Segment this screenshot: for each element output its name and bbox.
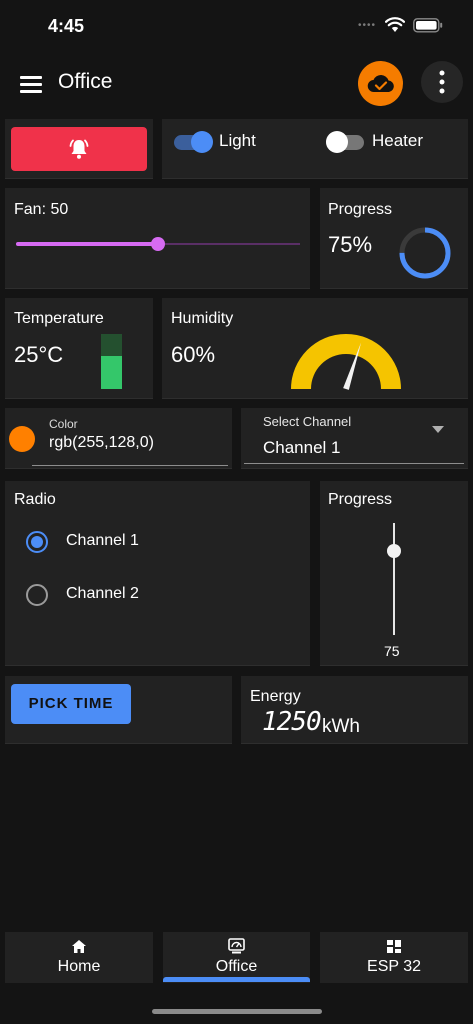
vertical-progress-value: 75: [384, 643, 400, 659]
radio-title: Radio: [14, 491, 56, 508]
channel-select-label: Select Channel: [263, 414, 352, 429]
channel-select-underline: [244, 463, 464, 464]
fan-slider-fill: [16, 242, 158, 246]
pick-time-button[interactable]: PICK TIME: [11, 684, 131, 724]
nav-active-indicator: [163, 977, 310, 982]
nav-tab-esp32[interactable]: ESP 32: [320, 932, 468, 983]
temperature-label: Temperature: [14, 310, 104, 327]
temperature-bar-fill: [101, 356, 122, 389]
menu-icon[interactable]: [20, 76, 42, 93]
vertical-slider-thumb[interactable]: [387, 544, 401, 558]
light-switch-label: Light: [219, 131, 256, 150]
radio-button: [26, 584, 48, 606]
nav-tab-home[interactable]: Home: [5, 932, 153, 983]
progress-ring-value: 75%: [328, 232, 373, 257]
temperature-bar: [101, 334, 122, 389]
dashboard-icon: [228, 938, 245, 954]
color-swatch[interactable]: [9, 426, 35, 452]
light-switch[interactable]: Light: [174, 131, 284, 155]
vertical-slider-track: [393, 523, 395, 635]
fan-slider-thumb[interactable]: [151, 237, 165, 251]
humidity-value: 60%: [171, 342, 216, 367]
radio-dot: [31, 536, 43, 548]
humidity-gauge: [291, 334, 401, 390]
light-switch-track: [174, 131, 213, 153]
progress-ring: [399, 227, 451, 279]
channel-select[interactable]: Select Channel Channel 1: [244, 408, 466, 466]
heater-switch-thumb: [326, 131, 348, 153]
nav-tab-office[interactable]: Office: [163, 932, 310, 983]
wifi-icon: [385, 17, 405, 32]
energy-unit: kWh: [322, 716, 360, 737]
battery-icon: [413, 18, 443, 33]
fan-slider[interactable]: [16, 236, 300, 252]
progress-ring-label: Progress: [328, 201, 393, 218]
nav-tab-label: Office: [215, 958, 258, 975]
signal-dots: ••••: [358, 20, 377, 31]
status-time: 4:45: [48, 16, 85, 36]
heater-switch-label: Heater: [372, 131, 424, 150]
fan-label: Fan: 50: [14, 201, 69, 218]
chevron-down-icon: [432, 426, 444, 433]
radio-option-label: Channel 2: [66, 585, 139, 602]
nav-tab-label: ESP 32: [367, 958, 421, 975]
more-options-button[interactable]: [421, 61, 463, 103]
bell-ring-icon: [69, 139, 89, 159]
color-field-label: Color: [49, 417, 78, 431]
color-field[interactable]: rgb(255,128,0): [49, 434, 154, 452]
page-title: Office: [58, 70, 113, 93]
energy-value: 1250: [262, 707, 322, 737]
energy-label: Energy: [250, 688, 301, 705]
more-vertical-icon: [439, 70, 445, 94]
color-field-underline: [32, 465, 228, 466]
vertical-progress-label: Progress: [328, 491, 393, 508]
grid-icon: [387, 940, 401, 953]
alarm-button[interactable]: [11, 127, 147, 171]
cloud-sync-button[interactable]: [358, 61, 403, 106]
radio-option-channel-2[interactable]: Channel 2: [26, 583, 226, 609]
heater-switch-track: [326, 131, 364, 153]
radio-option-label: Channel 1: [66, 532, 139, 549]
vertical-slider[interactable]: [386, 523, 402, 635]
home-icon: [72, 940, 86, 953]
nav-tab-label: Home: [57, 958, 101, 975]
heater-switch[interactable]: Heater: [326, 131, 446, 155]
radio-button-selected: [26, 531, 48, 553]
humidity-label: Humidity: [171, 310, 234, 327]
cloud-check-icon: [367, 75, 394, 93]
light-switch-thumb: [191, 131, 213, 153]
home-indicator: [152, 1009, 322, 1014]
channel-select-value: Channel 1: [263, 438, 341, 457]
radio-option-channel-1[interactable]: Channel 1: [26, 530, 226, 556]
temperature-value: 25°C: [14, 342, 64, 367]
